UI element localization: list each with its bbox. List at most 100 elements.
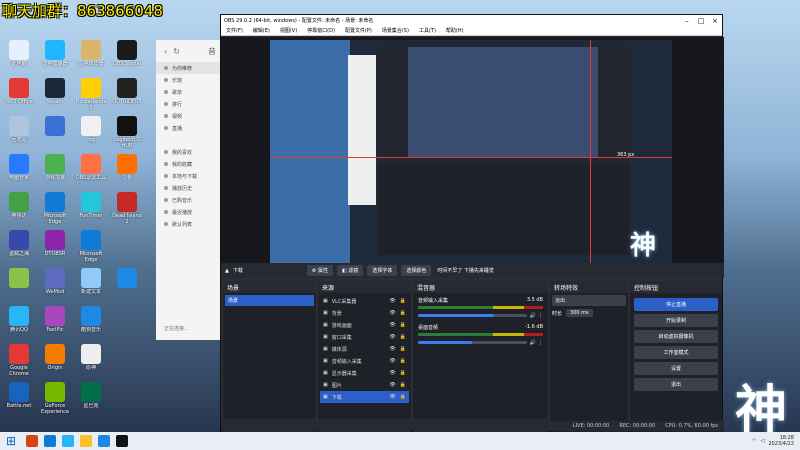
control-button[interactable]: 启动虚拟摄像机: [634, 330, 718, 343]
eye-icon[interactable]: 👁: [389, 298, 395, 304]
desktop-icon[interactable]: [110, 382, 144, 420]
music-nav-item[interactable]: 为你推荐: [156, 62, 220, 74]
menu-item[interactable]: 配置文件(P): [340, 27, 377, 34]
properties-button[interactable]: ⚙ 属性: [306, 265, 333, 276]
music-nav-item[interactable]: 我的收藏: [156, 158, 220, 170]
desktop-icon[interactable]: Battle.net: [2, 382, 36, 420]
eye-icon[interactable]: 👁: [389, 334, 395, 340]
maximize-icon[interactable]: □: [694, 17, 708, 25]
desktop-icon[interactable]: WPS Office: [2, 78, 36, 116]
desktop-icon[interactable]: 腾讯QQ: [2, 306, 36, 344]
desktop-icon[interactable]: 星巴克: [74, 382, 108, 420]
transition-select[interactable]: 淡出: [552, 295, 626, 306]
folder-icon[interactable]: [80, 435, 93, 447]
menu-item[interactable]: 编辑(E): [248, 27, 275, 34]
duration-input[interactable]: 300 ms: [566, 309, 593, 317]
desktop-icon[interactable]: FunTimer: [74, 192, 108, 230]
desktop-icon[interactable]: 原神: [74, 344, 108, 382]
desktop-icon[interactable]: 盗贼之海: [2, 230, 36, 268]
eye-icon[interactable]: 👁: [389, 370, 395, 376]
desktop-icon[interactable]: 回收站: [2, 116, 36, 154]
source-item[interactable]: ▣ VLC采集器 👁 🔒: [320, 295, 409, 307]
kebab-icon[interactable]: ⋮: [538, 340, 543, 346]
desktop-icon[interactable]: WeMod: [38, 268, 72, 306]
refresh-icon[interactable]: ↻: [173, 47, 180, 56]
music-nav-item[interactable]: 本地与下载: [156, 170, 220, 182]
speaker-icon[interactable]: 🔊: [530, 313, 536, 319]
desktop-icon[interactable]: [110, 230, 144, 268]
sogou-input-icon[interactable]: [26, 435, 39, 447]
back-icon[interactable]: ‹: [164, 47, 167, 56]
eye-icon[interactable]: 👁: [389, 346, 395, 352]
scene-item[interactable]: 场景: [225, 295, 314, 306]
eye-icon[interactable]: 👁: [389, 322, 395, 328]
menu-item[interactable]: 停靠窗口(D): [302, 27, 340, 34]
desktop-icon[interactable]: 酷狗音乐: [74, 306, 108, 344]
desktop-icon[interactable]: OBS录屏工具: [74, 154, 108, 192]
desktop-icon[interactable]: 雷神加速器: [38, 40, 72, 78]
music-nav-item[interactable]: 乐馆: [156, 74, 220, 86]
volume-slider[interactable]: [418, 314, 527, 317]
lock-icon[interactable]: 🔒: [400, 370, 406, 376]
source-item[interactable]: ▣ 游戏画面 👁 🔒: [320, 319, 409, 331]
source-item[interactable]: ▣ 音频输入采集 👁 🔒: [320, 355, 409, 367]
desktop-icon[interactable]: Google Chrome: [2, 344, 36, 382]
desktop-icon[interactable]: 新建文本: [74, 268, 108, 306]
kugou-icon[interactable]: [98, 435, 111, 447]
source-item[interactable]: ▣ 媒体源 👁 🔒: [320, 343, 409, 355]
desktop-icon[interactable]: DTOBSR: [38, 230, 72, 268]
desktop-icon[interactable]: Microsoft Edge: [74, 230, 108, 268]
kebab-icon[interactable]: ⋮: [538, 313, 543, 319]
desktop-icon[interactable]: OBS Studio: [110, 40, 144, 78]
music-nav-item[interactable]: 排行: [156, 98, 220, 110]
obs-preview-canvas[interactable]: 神 363 px: [221, 37, 724, 275]
lock-icon[interactable]: 🔒: [400, 334, 406, 340]
eye-icon[interactable]: 👁: [389, 394, 395, 400]
lock-icon[interactable]: 🔒: [400, 298, 406, 304]
start-icon[interactable]: ⊞: [6, 434, 16, 448]
desktop-icon[interactable]: [110, 306, 144, 344]
menu-item[interactable]: 帮助(H): [441, 27, 469, 34]
eye-icon[interactable]: 👁: [389, 310, 395, 316]
filters-button[interactable]: ◧ 滤镜: [336, 265, 364, 276]
music-nav-item[interactable]: 最近播放: [156, 206, 220, 218]
lock-icon[interactable]: 🔒: [400, 358, 406, 364]
menu-item[interactable]: 工具(T): [414, 27, 441, 34]
source-item[interactable]: ▣ 图片 👁 🔒: [320, 379, 409, 391]
desktop-icon[interactable]: 游戏加速: [38, 154, 72, 192]
edge-icon[interactable]: [44, 435, 57, 447]
wifi-icon[interactable]: ◠: [752, 438, 756, 444]
desktop-icon[interactable]: [2, 268, 36, 306]
desktop-icon[interactable]: Origin: [38, 344, 72, 382]
desktop-icon[interactable]: [38, 116, 72, 154]
select-color-button[interactable]: 选择颜色: [401, 265, 432, 276]
desktop-icon[interactable]: [110, 268, 144, 306]
desktop-icon[interactable]: [110, 344, 144, 382]
desktop-icon[interactable]: Steam: [38, 78, 72, 116]
desktop-icon[interactable]: Dead Island 2: [110, 192, 144, 230]
lock-icon[interactable]: 🔒: [400, 322, 406, 328]
lock-icon[interactable]: 🔒: [400, 310, 406, 316]
source-item[interactable]: ▣ 下载 👁 🔒: [320, 391, 409, 403]
source-item[interactable]: ▣ 窗口采集 👁 🔒: [320, 331, 409, 343]
control-button[interactable]: 工作室模式: [634, 346, 718, 359]
music-nav-item[interactable]: 我的喜欢: [156, 146, 220, 158]
control-button[interactable]: 退出: [634, 378, 718, 391]
music-nav-item[interactable]: 默认列表: [156, 218, 220, 230]
desktop-icon[interactable]: 电脑管家: [2, 154, 36, 192]
desktop-icon[interactable]: log: [74, 116, 108, 154]
qq-icon[interactable]: [62, 435, 75, 447]
desktop-icon[interactable]: Borderlands 3: [74, 78, 108, 116]
speaker-icon[interactable]: 🔊: [530, 340, 536, 346]
lock-icon[interactable]: 🔒: [400, 346, 406, 352]
volume-slider[interactable]: [418, 341, 527, 344]
control-button[interactable]: 停止直播: [634, 298, 718, 311]
menu-item[interactable]: 视图(V): [275, 27, 302, 34]
desktop-icon[interactable]: Microsoft Edge: [38, 192, 72, 230]
select-font-button[interactable]: 选择字体: [367, 265, 398, 276]
menu-item[interactable]: 文件(F): [221, 27, 248, 34]
music-nav-item[interactable]: 歌单: [156, 86, 220, 98]
desktop-icon[interactable]: FastPic: [38, 306, 72, 344]
source-item[interactable]: ▣ 显示器采集 👁 🔒: [320, 367, 409, 379]
desktop-icon[interactable]: 英伟达: [2, 192, 36, 230]
